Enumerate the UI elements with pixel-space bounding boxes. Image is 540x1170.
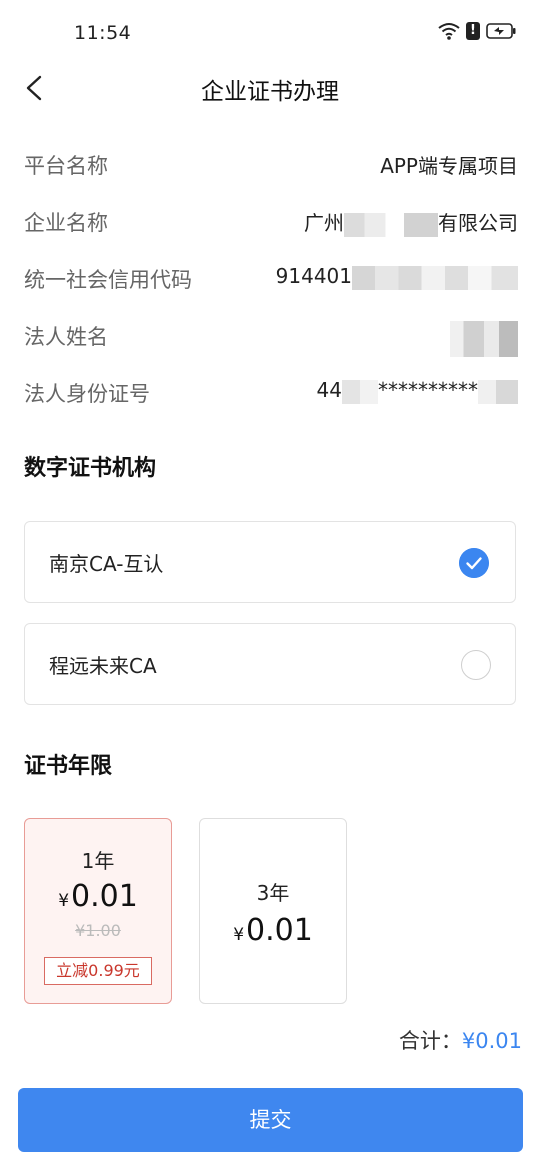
redacted-mosaic bbox=[342, 379, 378, 404]
platform-name-value: APP端专属项目 bbox=[380, 154, 518, 178]
company-name-suffix: 有限公司 bbox=[438, 211, 518, 235]
company-name-value: 广州 有限公司 bbox=[304, 207, 518, 237]
info-row-company: 企业名称 广州 有限公司 bbox=[24, 201, 518, 241]
currency-symbol: ¥ bbox=[58, 891, 70, 911]
wifi-icon bbox=[438, 23, 460, 40]
ca-option-chengyuan[interactable]: 程远未来CA bbox=[24, 623, 516, 705]
redacted-mosaic bbox=[450, 321, 518, 357]
page-title: 企业证书办理 bbox=[201, 79, 339, 105]
info-row-platform: 平台名称 APP端专属项目 bbox=[24, 144, 518, 184]
info-row-legal-person: 法人姓名 bbox=[24, 315, 518, 357]
redacted-mosaic bbox=[344, 212, 438, 237]
status-time: 11:54 bbox=[74, 22, 132, 44]
price-value: 0.01 bbox=[71, 879, 138, 914]
discount-badge: 立减0.99元 bbox=[44, 957, 152, 985]
info-row-credit-code: 统一社会信用代码 914401 bbox=[24, 258, 518, 298]
submit-button[interactable]: 提交 bbox=[18, 1088, 523, 1152]
legal-person-label: 法人姓名 bbox=[24, 325, 108, 349]
currency-symbol: ¥ bbox=[233, 925, 245, 945]
total-amount: ¥0.01 bbox=[461, 1029, 522, 1053]
ca-option-label: 程远未来CA bbox=[49, 654, 157, 678]
radio-empty-icon[interactable] bbox=[461, 650, 491, 680]
credit-code-prefix: 914401 bbox=[275, 264, 352, 288]
id-number-masked: ********** bbox=[378, 378, 478, 402]
info-row-id-number: 法人身份证号 44 ********** bbox=[24, 372, 518, 412]
company-name-label: 企业名称 bbox=[24, 211, 108, 235]
term-years: 3年 bbox=[256, 881, 290, 905]
ca-option-label: 南京CA-互认 bbox=[49, 552, 164, 576]
term-card-3-years[interactable]: 3年 ¥0.01 bbox=[199, 818, 347, 1004]
original-price: ¥1.00 bbox=[75, 921, 121, 940]
check-circle-icon[interactable] bbox=[459, 548, 489, 578]
ca-option-nanjing[interactable]: 南京CA-互认 bbox=[24, 521, 516, 603]
battery-charging-icon bbox=[486, 23, 516, 39]
alert-icon: ! bbox=[466, 22, 480, 40]
term-price: ¥0.01 bbox=[200, 913, 346, 948]
redacted-mosaic bbox=[478, 379, 518, 404]
legal-person-value bbox=[450, 321, 518, 357]
id-number-value: 44 ********** bbox=[317, 378, 518, 404]
term-price: ¥0.01 bbox=[25, 879, 171, 914]
company-name-prefix: 广州 bbox=[304, 211, 344, 235]
term-years: 1年 bbox=[81, 849, 115, 873]
id-number-prefix: 44 bbox=[316, 378, 342, 402]
nav-bar: 企业证书办理 bbox=[0, 60, 540, 116]
term-card-1-year[interactable]: 1年 ¥0.01 ¥1.00 立减0.99元 bbox=[24, 818, 172, 1004]
credit-code-label: 统一社会信用代码 bbox=[24, 268, 192, 292]
total-summary: 合计：¥0.01 bbox=[399, 1025, 522, 1055]
price-value: 0.01 bbox=[246, 913, 313, 948]
term-section-title: 证书年限 bbox=[24, 754, 113, 779]
status-bar: 11:54 ! bbox=[0, 0, 540, 68]
status-icons: ! bbox=[438, 22, 516, 40]
redacted-mosaic bbox=[352, 265, 518, 290]
ca-section-title: 数字证书机构 bbox=[24, 456, 157, 481]
id-number-label: 法人身份证号 bbox=[24, 382, 150, 406]
total-label: 合计： bbox=[398, 1029, 462, 1053]
platform-name-label: 平台名称 bbox=[24, 154, 108, 178]
credit-code-value: 914401 bbox=[276, 264, 518, 290]
